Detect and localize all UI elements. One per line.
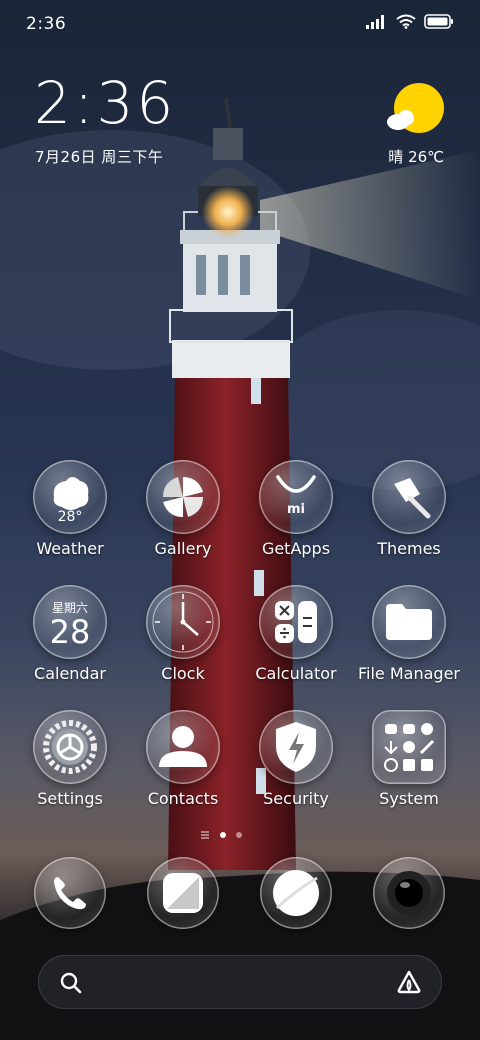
page-indicator[interactable]: [200, 830, 242, 840]
calendar-icon: 星期六 28: [33, 585, 107, 659]
system-icons: [366, 14, 454, 29]
shield-icon: [259, 710, 333, 784]
search-bar[interactable]: [38, 955, 442, 1009]
app-getapps[interactable]: mi GetApps: [240, 460, 352, 558]
app-label: System: [379, 789, 439, 808]
clock-face-icon: [146, 585, 220, 659]
gear-icon: [33, 710, 107, 784]
page-dot: [236, 832, 242, 838]
phone-icon: [54, 877, 86, 910]
camera-icon: [387, 871, 431, 915]
app-label: File Manager: [358, 664, 460, 683]
page-dot-active: [220, 832, 226, 838]
calendar-day: 28: [49, 612, 91, 651]
dock-phone[interactable]: [34, 857, 106, 929]
list-view-icon: [201, 831, 209, 839]
folder-icon: [372, 585, 446, 659]
dock-notes[interactable]: [147, 857, 219, 929]
status-bar: 2:36: [0, 0, 480, 50]
app-calculator[interactable]: Calculator: [240, 585, 352, 683]
app-gallery[interactable]: Gallery: [127, 460, 239, 558]
app-clock[interactable]: Clock: [127, 585, 239, 683]
app-label: Clock: [161, 664, 205, 683]
weather-widget-text[interactable]: 晴 26℃: [388, 146, 444, 167]
app-label: Weather: [36, 539, 104, 558]
weather-widget[interactable]: [386, 82, 446, 142]
weather-app-icon: 28°: [33, 460, 107, 534]
signal-icon: [366, 14, 384, 29]
getapps-mi-text: mi: [286, 502, 305, 517]
app-label: Gallery: [154, 539, 212, 558]
wifi-icon: [396, 14, 416, 29]
clock-widget-date[interactable]: 7月26日 周三下午: [35, 146, 163, 167]
browser-icon: [273, 870, 319, 916]
app-settings[interactable]: Settings: [14, 710, 126, 808]
search-icon: [60, 972, 82, 994]
app-label: Calculator: [255, 664, 337, 683]
app-system-folder[interactable]: System: [353, 710, 465, 808]
getapps-bag-icon: mi: [259, 460, 333, 534]
person-icon: [146, 710, 220, 784]
status-time: 2:36: [26, 14, 67, 34]
app-calendar[interactable]: 星期六 28 Calendar: [14, 585, 126, 683]
app-security[interactable]: Security: [240, 710, 352, 808]
app-weather[interactable]: 28° Weather: [14, 460, 126, 558]
system-folder-icon: [372, 710, 446, 784]
app-contacts[interactable]: Contacts: [127, 710, 239, 808]
weather-temperature: 26℃: [408, 148, 444, 166]
app-label: Security: [263, 789, 329, 808]
app-label: Settings: [37, 789, 103, 808]
app-themes[interactable]: Themes: [353, 460, 465, 558]
weather-condition: 晴: [388, 148, 404, 166]
dock-browser[interactable]: [260, 857, 332, 929]
app-label: Contacts: [147, 789, 219, 808]
app-label: Calendar: [34, 664, 106, 683]
notes-icon: [163, 873, 203, 913]
battery-icon: [424, 14, 453, 29]
assistant-icon[interactable]: [396, 970, 422, 994]
calculator-icon: [259, 585, 333, 659]
weather-app-temp: 28°: [57, 509, 83, 525]
sunny-icon: [387, 83, 444, 133]
paint-brush-icon: [372, 460, 446, 534]
app-label: GetApps: [261, 539, 331, 558]
gallery-pinwheel-icon: [146, 460, 220, 534]
app-file-manager[interactable]: File Manager: [353, 585, 465, 683]
dock-camera[interactable]: [373, 857, 445, 929]
app-label: Themes: [377, 539, 441, 558]
clock-widget-time[interactable]: 2:36: [34, 74, 176, 132]
